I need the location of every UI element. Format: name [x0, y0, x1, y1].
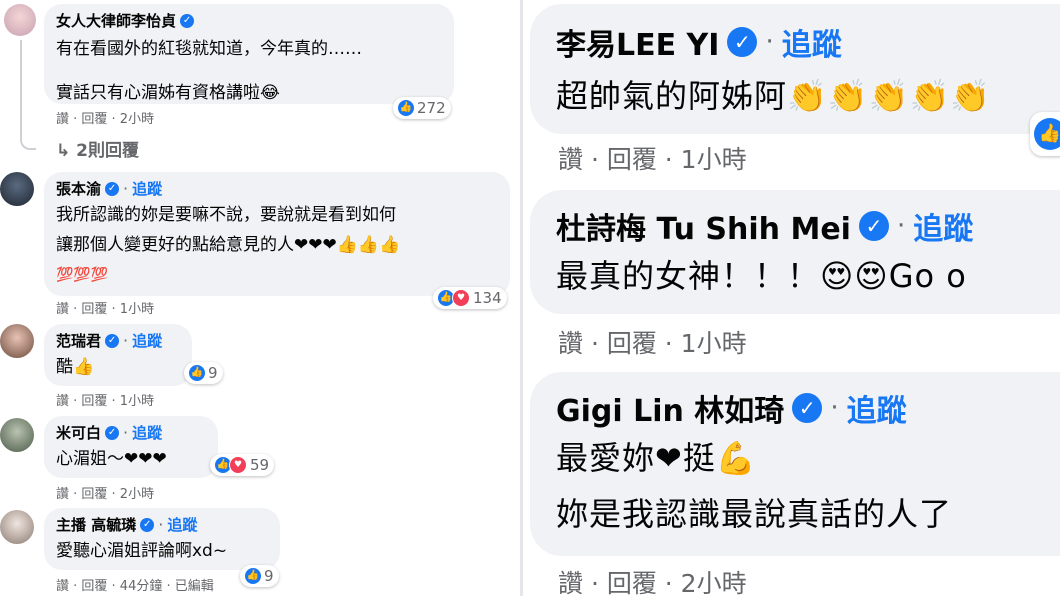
- comment-author[interactable]: 張本渝: [56, 178, 101, 199]
- comment-author[interactable]: 米可白: [56, 422, 101, 443]
- verified-badge-icon: ✓: [727, 27, 758, 57]
- verified-badge-icon: ✓: [140, 517, 155, 532]
- comment-actions[interactable]: 讚 · 回覆 · 2小時: [56, 108, 154, 127]
- comment-author[interactable]: 女人大律師李怡貞: [56, 10, 176, 31]
- like-icon: 👍: [1034, 118, 1060, 150]
- comment-bubble: Gigi Lin 林如琦 ✓ · 追蹤 最愛妳❤挺💪 妳是我認識最說真話的人了: [530, 372, 1060, 556]
- verified-badge-icon: ✓: [105, 425, 120, 440]
- reaction-count[interactable]: 👍 272: [393, 97, 451, 119]
- comment-text: 💯💯💯: [56, 267, 109, 283]
- comment-text: 有在看國外的紅毯就知道，今年真的……: [56, 39, 362, 59]
- comment-actions[interactable]: 讚 · 回覆 · 1小時: [56, 298, 154, 317]
- follow-button[interactable]: 追蹤: [782, 20, 842, 64]
- comment-actions[interactable]: 讚 · 回覆 · 2小時: [56, 483, 154, 502]
- comment-text: 酷👍: [56, 357, 95, 377]
- comment-text: 實話只有心湄姊有資格講啦😂: [56, 83, 280, 103]
- follow-button[interactable]: 追蹤: [132, 422, 162, 443]
- comment-text: 愛聽心湄姐評論啊xd~: [56, 541, 228, 561]
- comment-bubble: 主播 高毓璘 ✓ · 追蹤 愛聽心湄姐評論啊xd~: [44, 508, 280, 570]
- reaction-badge[interactable]: 👍: [1030, 112, 1060, 156]
- comment-text: 超帥氣的阿姊阿👏👏👏👏👏: [556, 77, 992, 115]
- comment-author[interactable]: 范瑞君: [56, 330, 101, 351]
- follow-button[interactable]: 追蹤: [847, 386, 907, 430]
- verified-badge-icon: ✓: [180, 13, 195, 28]
- reaction-count[interactable]: 👍 9: [240, 565, 279, 587]
- comment-author[interactable]: Gigi Lin 林如琦: [556, 386, 784, 430]
- follow-button[interactable]: 追蹤: [132, 178, 162, 199]
- like-icon: 👍: [398, 100, 414, 116]
- comment-text: 我所認識的妳是要嘛不說，要說就是看到如何: [56, 205, 396, 225]
- care-reaction-icon: ♥: [229, 456, 247, 474]
- verified-badge-icon: ✓: [858, 211, 889, 241]
- comment-bubble: 杜詩梅 Tu Shih Mei ✓ · 追蹤 最真的女神！！！😍😍Go o: [530, 190, 1060, 314]
- comment-author[interactable]: 杜詩梅 Tu Shih Mei: [556, 204, 851, 248]
- comment-text: 妳是我認識最說真話的人了: [556, 495, 953, 533]
- comment-actions[interactable]: 讚 · 回覆 · 1小時: [56, 390, 154, 409]
- follow-button[interactable]: 追蹤: [132, 330, 162, 351]
- avatar[interactable]: [0, 510, 34, 544]
- follow-button[interactable]: 追蹤: [167, 514, 197, 535]
- comment-actions[interactable]: 讚 · 回覆 · 44分鐘 · 已編輯: [56, 575, 214, 594]
- comment-text: 讓那個人變更好的點給意見的人❤❤❤👍👍👍: [56, 235, 401, 255]
- comment-bubble: 張本渝 ✓ · 追蹤 我所認識的妳是要嘛不說，要說就是看到如何 讓那個人變更好的…: [44, 172, 510, 296]
- comment-bubble: 范瑞君 ✓ · 追蹤 酷👍: [44, 324, 192, 386]
- verified-badge-icon: ✓: [792, 393, 823, 423]
- thread-connector: [20, 40, 36, 150]
- comment-actions[interactable]: 讚 · 回覆 · 2小時: [558, 564, 747, 600]
- comment-author[interactable]: 李易LEE YI: [556, 20, 719, 64]
- comment-bubble: 女人大律師李怡貞 ✓ 有在看國外的紅毯就知道，今年真的…… 實話只有心湄姊有資格…: [44, 4, 454, 104]
- avatar[interactable]: [0, 172, 34, 206]
- comment-text: 最愛妳❤挺💪: [556, 439, 757, 477]
- avatar[interactable]: [4, 4, 36, 36]
- reaction-count[interactable]: 👍 9: [184, 362, 223, 384]
- comment-actions[interactable]: 讚 · 回覆 · 1小時: [558, 140, 747, 176]
- column-divider: [520, 0, 523, 596]
- reaction-count[interactable]: 👍 ♥ 134: [433, 287, 507, 309]
- comment-text: 最真的女神！！！😍😍Go o: [556, 257, 967, 295]
- verified-badge-icon: ✓: [105, 181, 120, 196]
- like-icon: 👍: [189, 365, 205, 381]
- verified-badge-icon: ✓: [105, 333, 120, 348]
- comment-actions[interactable]: 讚 · 回覆 · 1小時: [558, 324, 747, 360]
- comment-text: 心湄姐～❤❤❤: [56, 449, 167, 469]
- view-replies-link[interactable]: ↳ 2則回覆: [56, 136, 139, 161]
- comment-bubble: 李易LEE YI ✓ · 追蹤 超帥氣的阿姊阿👏👏👏👏👏: [530, 4, 1060, 134]
- care-reaction-icon: ♥: [452, 289, 470, 307]
- comment-author[interactable]: 主播 高毓璘: [56, 514, 136, 535]
- reaction-count[interactable]: 👍 ♥ 59: [210, 454, 275, 476]
- comment-bubble: 米可白 ✓ · 追蹤 心湄姐～❤❤❤: [44, 416, 218, 478]
- avatar[interactable]: [0, 418, 34, 452]
- follow-button[interactable]: 追蹤: [913, 204, 973, 248]
- laughing-emoji-icon: 😂: [260, 83, 280, 103]
- avatar[interactable]: [0, 324, 34, 358]
- like-icon: 👍: [245, 568, 261, 584]
